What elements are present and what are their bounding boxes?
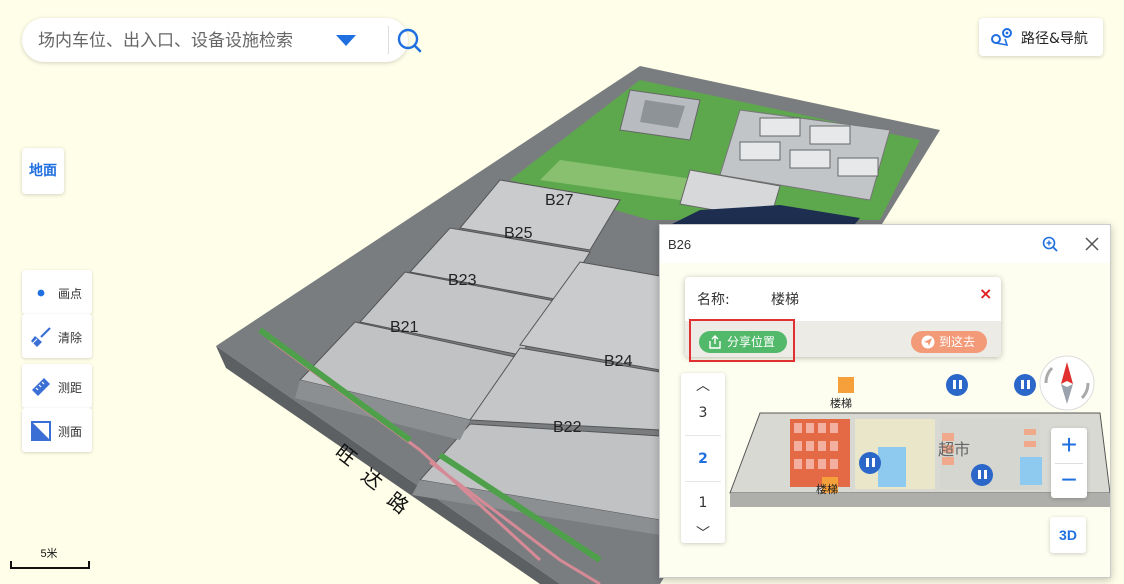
name-value: 楼梯 — [771, 292, 799, 308]
floor-item-active[interactable]: 2 — [681, 451, 725, 467]
building-label: B27 — [545, 192, 574, 209]
tool-label: 测面 — [58, 425, 83, 439]
divider — [388, 26, 389, 54]
zoom-in-icon[interactable] — [1042, 236, 1058, 257]
floor-item[interactable]: 1 — [681, 495, 725, 511]
go-here-button[interactable]: 到这去 — [911, 331, 987, 353]
compass-icon[interactable] — [1038, 354, 1096, 412]
toggle-3d-button[interactable]: 3D — [1050, 517, 1086, 553]
goto-label: 到这去 — [939, 335, 976, 349]
floor-selector: ︿ 3 2 1 ﹀ — [681, 373, 725, 543]
search-bar — [22, 18, 422, 62]
building-label: B24 — [604, 353, 633, 370]
stair-label: 楼梯 — [816, 482, 838, 496]
dot-icon — [30, 282, 52, 304]
panel-title: B26 — [668, 237, 692, 252]
scale-line — [10, 561, 90, 569]
floor-down-button[interactable]: ﹀ — [681, 523, 725, 543]
broom-icon — [30, 326, 52, 348]
ruler-icon — [30, 376, 52, 398]
area-icon — [30, 420, 52, 442]
info-close-icon[interactable]: × — [979, 284, 992, 303]
tool-measure-distance[interactable]: 测距 — [22, 364, 92, 408]
navigate-icon — [921, 335, 935, 349]
zoom-out-button[interactable]: − — [1051, 463, 1087, 498]
stair-label: 楼梯 — [830, 396, 852, 410]
name-key: 名称: — [697, 292, 730, 308]
scale-label: 5米 — [40, 548, 58, 560]
building-label: B22 — [553, 419, 582, 436]
tool-label: 测距 — [58, 381, 83, 395]
divider — [685, 481, 721, 482]
tool-label: 画点 — [58, 287, 83, 301]
tool-clear[interactable]: 清除 — [22, 314, 92, 358]
tool-label: 清除 — [58, 331, 83, 345]
caret-down-icon[interactable] — [336, 35, 356, 46]
search-input[interactable] — [36, 28, 340, 54]
floor-up-button[interactable]: ︿ — [681, 375, 725, 395]
floor-item[interactable]: 3 — [681, 405, 725, 421]
building-label: B21 — [390, 319, 419, 336]
building-label: B25 — [504, 225, 533, 242]
ground-floor-toggle[interactable]: 地面 — [22, 148, 64, 194]
tool-measure-area[interactable]: 测面 — [22, 408, 92, 452]
scale-bar: 5米 — [10, 545, 90, 569]
building-label: B23 — [448, 272, 477, 289]
route-button-label: 路径&导航 — [1021, 31, 1088, 47]
highlight-box — [689, 319, 795, 362]
search-icon[interactable] — [396, 27, 422, 58]
route-icon — [991, 27, 1013, 51]
divider — [685, 435, 721, 436]
map-zoom-control: + − — [1051, 428, 1087, 498]
area-label: 超市 — [938, 441, 970, 459]
tool-draw-point[interactable]: 画点 — [22, 270, 92, 314]
zoom-in-button[interactable]: + — [1051, 428, 1087, 463]
close-icon[interactable] — [1084, 236, 1100, 257]
route-navigation-button[interactable]: 路径&导航 — [979, 18, 1103, 56]
